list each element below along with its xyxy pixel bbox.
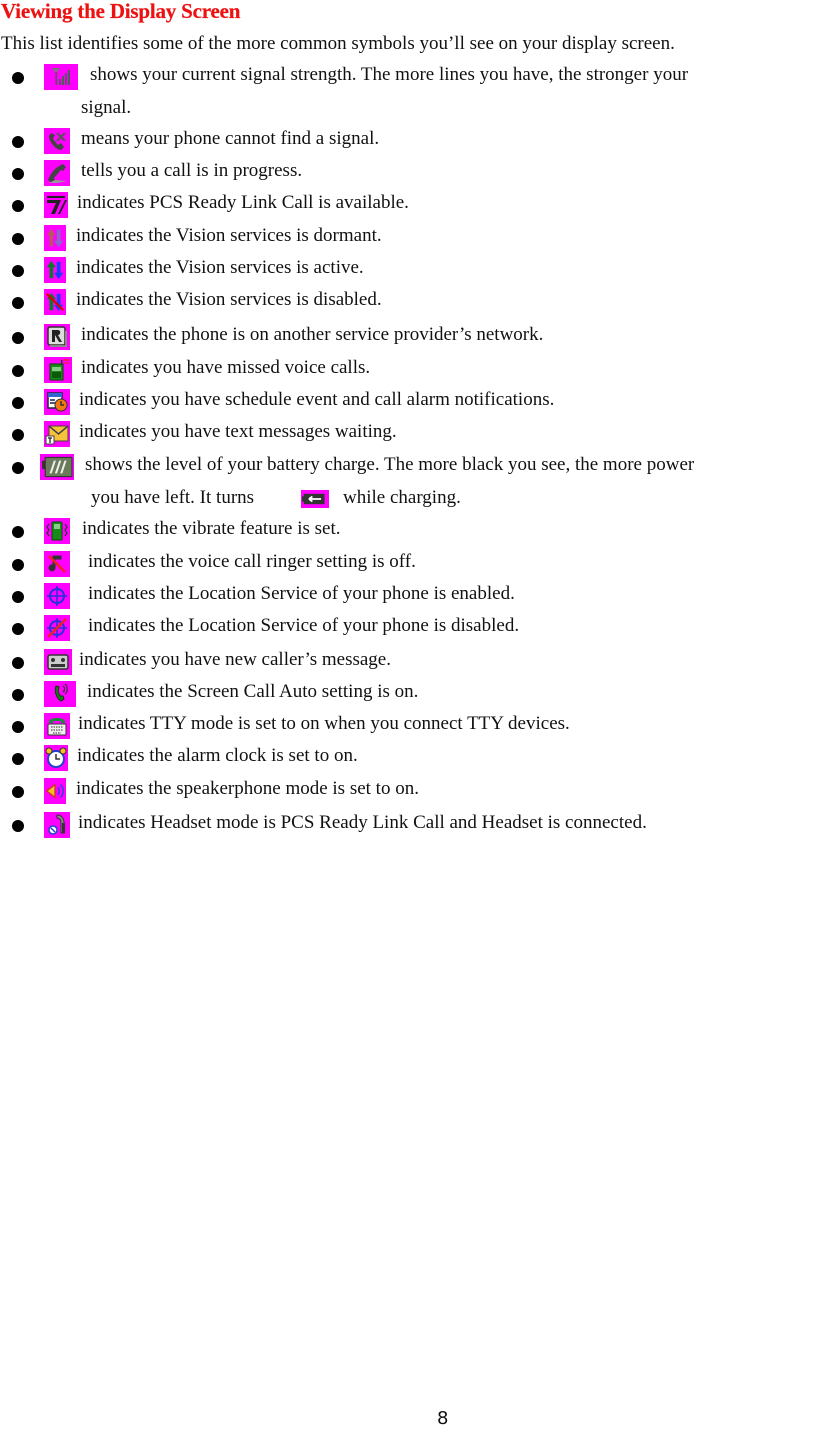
intro-text: This list identifies some of the more co…	[1, 33, 675, 54]
list-item: indicates TTY mode is set to on when you…	[0, 711, 822, 741]
list-item: indicates the speakerphone mode is set t…	[0, 776, 822, 806]
battery-icon	[40, 454, 74, 480]
bullet	[12, 559, 24, 571]
bullet	[12, 233, 24, 245]
list-item: indicates you have missed voice calls.	[0, 355, 822, 385]
item-text: shows the level of your battery charge. …	[85, 454, 695, 475]
signal-strength-icon	[44, 64, 78, 90]
vision-dormant-icon	[44, 225, 66, 251]
list-item: indicates the vibrate feature is set.	[0, 516, 822, 546]
page-number: 8	[437, 1408, 449, 1429]
item-text: indicates the Location Service of your p…	[88, 583, 515, 604]
missed-call-icon	[44, 357, 72, 383]
battery-charging-icon	[301, 490, 329, 508]
bullet	[12, 200, 24, 212]
vibrate-icon	[44, 518, 70, 544]
list-item: indicates the voice call ringer setting …	[0, 549, 822, 579]
item-continuation: signal.	[81, 97, 132, 118]
ready-link-icon	[44, 192, 68, 218]
no-signal-icon	[44, 128, 70, 154]
list-item: tells you a call is in progress.	[0, 158, 822, 188]
item-text: indicates you have new caller’s message.	[79, 649, 391, 670]
roaming-icon	[44, 324, 70, 350]
item-text: indicates TTY mode is set to on when you…	[78, 713, 570, 734]
bullet	[12, 657, 24, 669]
item-continuation: you have left. It turns	[91, 487, 255, 508]
item-text: indicates the alarm clock is set to on.	[77, 745, 358, 766]
list-item: indicates you have new caller’s message.	[0, 647, 822, 677]
bullet	[12, 689, 24, 701]
item-text: indicates you have schedule event and ca…	[79, 389, 555, 410]
list-item: indicates the Vision services is active.	[0, 255, 822, 285]
item-text: indicates the voice call ringer setting …	[88, 551, 416, 572]
bullet	[12, 72, 24, 84]
item-text: tells you a call is in progress.	[81, 160, 303, 181]
bullet	[12, 526, 24, 538]
item-text: indicates you have missed voice calls.	[81, 357, 371, 378]
call-in-progress-icon	[44, 160, 70, 186]
bullet	[12, 591, 24, 603]
item-text: indicates the Vision services is disable…	[76, 289, 382, 310]
item-text: indicates the speakerphone mode is set t…	[76, 778, 419, 799]
bullet	[12, 297, 24, 309]
list-item: shows the level of your battery charge. …	[0, 452, 822, 482]
bullet	[12, 462, 24, 474]
tty-icon	[44, 713, 70, 739]
bullet	[12, 136, 24, 148]
bullet	[12, 429, 24, 441]
text-message-icon	[44, 421, 70, 447]
bullet	[12, 332, 24, 344]
list-item: indicates the Location Service of your p…	[0, 581, 822, 611]
item-text: means your phone cannot find a signal.	[81, 128, 380, 149]
bullet	[12, 397, 24, 409]
list-item: shows your current signal strength. The …	[0, 62, 822, 92]
item-text: shows your current signal strength. The …	[90, 64, 689, 85]
list-item: indicates the Location Service of your p…	[0, 613, 822, 643]
item-text: indicates PCS Ready Link Call is availab…	[77, 192, 409, 213]
bullet	[12, 753, 24, 765]
item-text: indicates the Location Service of your p…	[88, 615, 520, 636]
schedule-alarm-icon	[44, 389, 70, 415]
ringer-off-icon	[44, 551, 70, 577]
list-item: indicates PCS Ready Link Call is availab…	[0, 190, 822, 220]
item-continuation-end: while charging.	[343, 487, 461, 508]
list-item: indicates Headset mode is PCS Ready Link…	[0, 810, 822, 840]
list-item: indicates the Screen Call Auto setting i…	[0, 679, 822, 709]
voicemail-icon	[44, 649, 72, 675]
speakerphone-icon	[44, 778, 66, 804]
page-title: Viewing the Display Screen	[1, 0, 241, 23]
item-text: indicates the vibrate feature is set.	[82, 518, 341, 539]
bullet	[12, 786, 24, 798]
location-on-icon	[44, 583, 70, 609]
alarm-clock-icon	[44, 745, 68, 771]
item-text: indicates the Screen Call Auto setting i…	[87, 681, 419, 702]
location-off-icon	[44, 615, 70, 641]
list-item: indicates the phone is on another servic…	[0, 322, 822, 352]
headset-icon	[44, 812, 70, 838]
list-item: indicates the Vision services is disable…	[0, 287, 822, 317]
bullet	[12, 365, 24, 377]
bullet	[12, 168, 24, 180]
list-item: means your phone cannot find a signal.	[0, 126, 822, 156]
bullet	[12, 721, 24, 733]
item-text: indicates Headset mode is PCS Ready Link…	[78, 812, 647, 833]
bullet	[12, 265, 24, 277]
bullet	[12, 820, 24, 832]
item-text: indicates the phone is on another servic…	[81, 324, 544, 345]
item-text: indicates the Vision services is dormant…	[76, 225, 382, 246]
list-item: indicates you have text messages waiting…	[0, 419, 822, 449]
item-text: indicates you have text messages waiting…	[79, 421, 397, 442]
list-item: indicates you have schedule event and ca…	[0, 387, 822, 417]
list-item: indicates the alarm clock is set to on.	[0, 743, 822, 773]
screen-call-icon	[44, 681, 76, 707]
list-item: indicates the Vision services is dormant…	[0, 223, 822, 253]
vision-active-icon	[44, 257, 66, 283]
item-text: indicates the Vision services is active.	[76, 257, 364, 278]
bullet	[12, 623, 24, 635]
vision-disabled-icon	[44, 289, 66, 315]
